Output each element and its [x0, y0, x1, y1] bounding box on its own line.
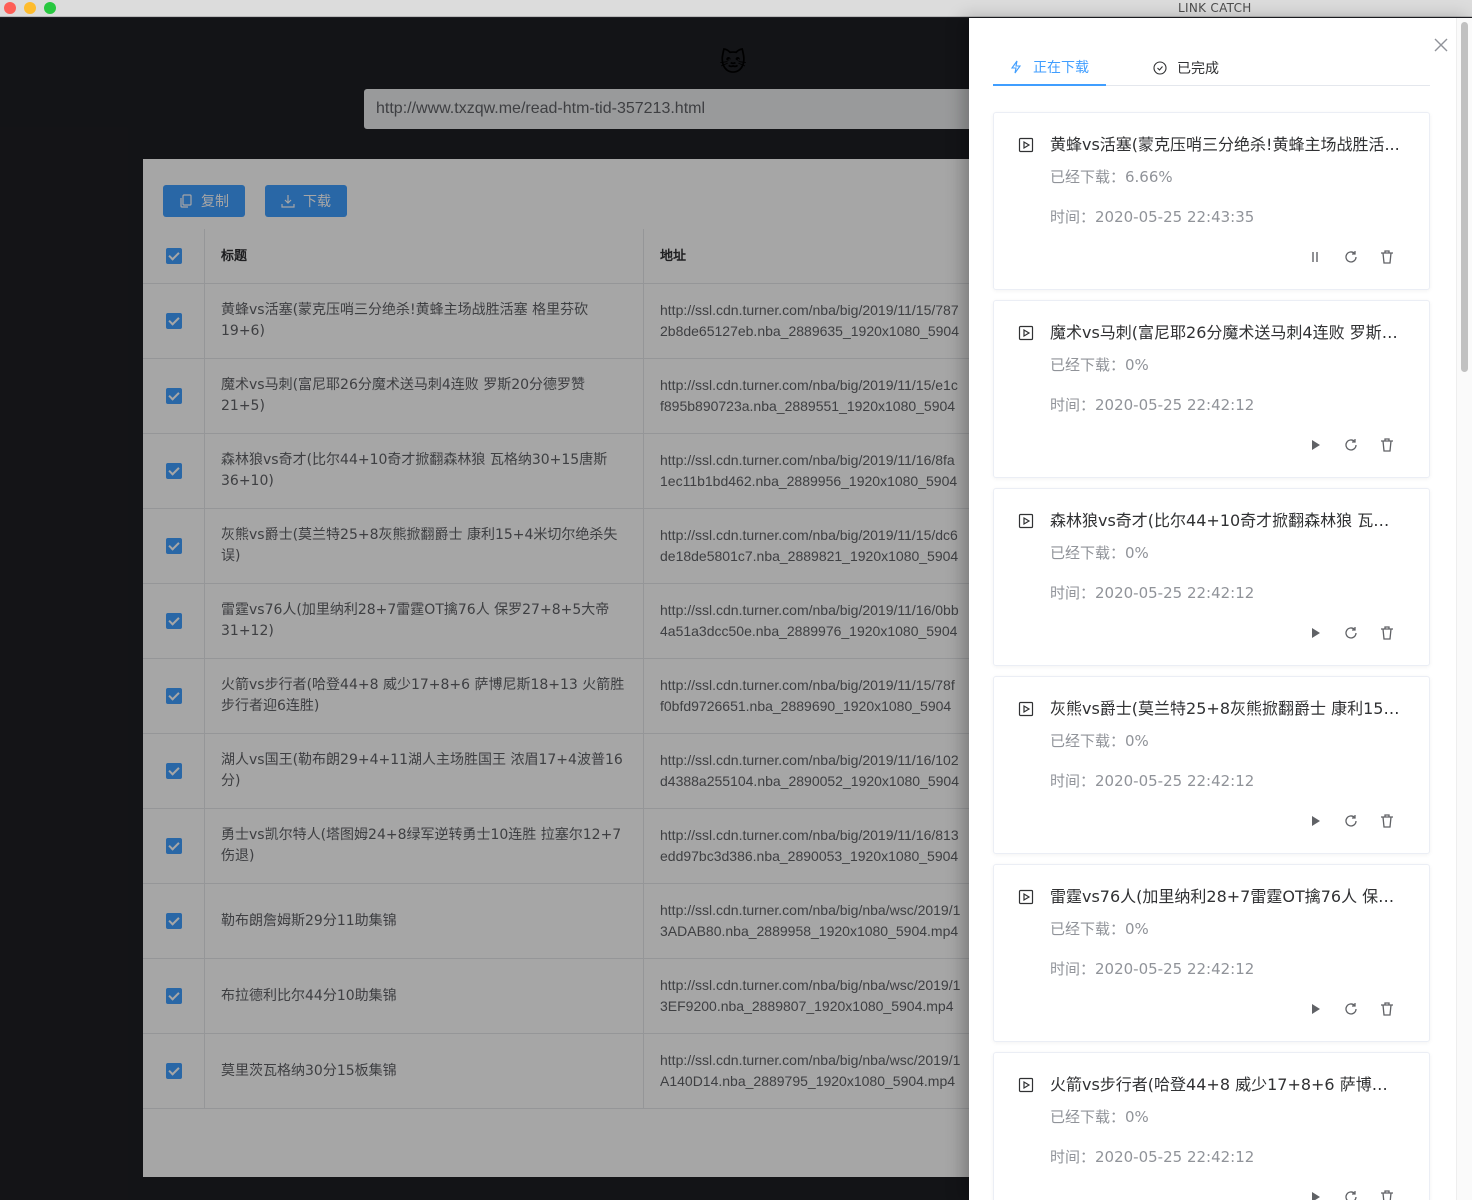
- tab-downloading-label: 正在下载: [1033, 60, 1089, 76]
- refresh-icon[interactable]: [1343, 1001, 1359, 1017]
- tab-completed-label: 已完成: [1177, 61, 1219, 77]
- download-item-title: 魔术vs马刺(富尼耶26分魔术送马刺4连败 罗斯2...: [1050, 323, 1402, 342]
- download-item-progress: 已经下载：0%: [1050, 920, 1149, 938]
- delete-icon[interactable]: [1379, 1001, 1395, 1017]
- download-item-progress: 已经下载：0%: [1050, 356, 1149, 374]
- delete-icon[interactable]: [1379, 625, 1395, 641]
- delete-icon[interactable]: [1379, 437, 1395, 453]
- refresh-icon[interactable]: [1343, 625, 1359, 641]
- refresh-icon[interactable]: [1343, 437, 1359, 453]
- download-item-time: 时间：2020-05-25 22:43:35: [1050, 208, 1255, 226]
- minimize-window-button[interactable]: [24, 2, 36, 14]
- download-item-card: 魔术vs马刺(富尼耶26分魔术送马刺4连败 罗斯2... 已经下载：0% 时间：20…: [993, 300, 1430, 478]
- window-titlebar: LINK CATCH: [0, 0, 1472, 17]
- scrollbar-thumb[interactable]: [1461, 22, 1468, 372]
- refresh-icon[interactable]: [1343, 813, 1359, 829]
- refresh-icon[interactable]: [1343, 1189, 1359, 1200]
- download-drawer: 正在下载 已完成 黄蜂vs活塞(蒙克压哨三分绝杀!黄蜂主场战胜活... 已经下载：…: [969, 18, 1472, 1200]
- drawer-scrollbar[interactable]: [1456, 18, 1472, 1200]
- pause-icon[interactable]: [1307, 249, 1323, 265]
- download-item-progress: 已经下载：6.66%: [1050, 168, 1173, 186]
- play-icon[interactable]: [1307, 1189, 1323, 1200]
- play-icon[interactable]: [1307, 813, 1323, 829]
- lightning-icon: [1010, 60, 1022, 74]
- zoom-window-button[interactable]: [44, 2, 56, 14]
- download-list: 黄蜂vs活塞(蒙克压哨三分绝杀!黄蜂主场战胜活... 已经下载：6.66% 时间：2…: [993, 112, 1430, 1200]
- play-icon[interactable]: [1307, 1001, 1323, 1017]
- download-item-time: 时间：2020-05-25 22:42:12: [1050, 772, 1255, 790]
- download-item-card: 森林狼vs奇才(比尔44+10奇才掀翻森林狼 瓦格... 已经下载：0% 时间：20…: [993, 488, 1430, 666]
- delete-icon[interactable]: [1379, 813, 1395, 829]
- download-item-time: 时间：2020-05-25 22:42:12: [1050, 1148, 1255, 1166]
- video-file-icon: [1018, 137, 1034, 153]
- video-file-icon: [1018, 889, 1034, 905]
- close-window-button[interactable]: [4, 2, 16, 14]
- play-icon[interactable]: [1307, 437, 1323, 453]
- download-item-title: 雷霆vs76人(加里纳利28+7雷霆OT擒76人 保罗...: [1050, 887, 1402, 906]
- drawer-backdrop[interactable]: [0, 18, 969, 1200]
- download-item-progress: 已经下载：0%: [1050, 732, 1149, 750]
- video-file-icon: [1018, 513, 1034, 529]
- refresh-icon[interactable]: [1343, 249, 1359, 265]
- download-item-time: 时间：2020-05-25 22:42:12: [1050, 396, 1255, 414]
- tab-completed[interactable]: 已完成: [1153, 50, 1219, 86]
- download-item-card: 雷霆vs76人(加里纳利28+7雷霆OT擒76人 保罗... 已经下载：0% 时间：…: [993, 864, 1430, 1042]
- download-item-title: 灰熊vs爵士(莫兰特25+8灰熊掀翻爵士 康利15+...: [1050, 699, 1402, 718]
- download-item-card: 黄蜂vs活塞(蒙克压哨三分绝杀!黄蜂主场战胜活... 已经下载：6.66% 时间：2…: [993, 112, 1430, 290]
- download-item-progress: 已经下载：0%: [1050, 1108, 1149, 1126]
- download-item-time: 时间：2020-05-25 22:42:12: [1050, 960, 1255, 978]
- download-item-title: 火箭vs步行者(哈登44+8 威少17+8+6 萨博尼斯...: [1050, 1075, 1402, 1094]
- play-icon[interactable]: [1307, 625, 1323, 641]
- download-item-progress: 已经下载：0%: [1050, 544, 1149, 562]
- close-icon[interactable]: [1432, 36, 1450, 54]
- download-item-card: 火箭vs步行者(哈登44+8 威少17+8+6 萨博尼斯... 已经下载：0% 时间…: [993, 1052, 1430, 1200]
- window-title: LINK CATCH: [1178, 1, 1252, 15]
- download-item-time: 时间：2020-05-25 22:42:12: [1050, 584, 1255, 602]
- tab-downloading[interactable]: 正在下载: [993, 50, 1106, 86]
- video-file-icon: [1018, 1077, 1034, 1093]
- download-item-title: 黄蜂vs活塞(蒙克压哨三分绝杀!黄蜂主场战胜活...: [1050, 135, 1400, 154]
- drawer-tabs: 正在下载 已完成: [993, 50, 1430, 86]
- download-item-title: 森林狼vs奇才(比尔44+10奇才掀翻森林狼 瓦格...: [1050, 511, 1402, 530]
- video-file-icon: [1018, 701, 1034, 717]
- delete-icon[interactable]: [1379, 1189, 1395, 1200]
- video-file-icon: [1018, 325, 1034, 341]
- check-circle-icon: [1153, 61, 1167, 75]
- delete-icon[interactable]: [1379, 249, 1395, 265]
- download-item-card: 灰熊vs爵士(莫兰特25+8灰熊掀翻爵士 康利15+... 已经下载：0% 时间：2…: [993, 676, 1430, 854]
